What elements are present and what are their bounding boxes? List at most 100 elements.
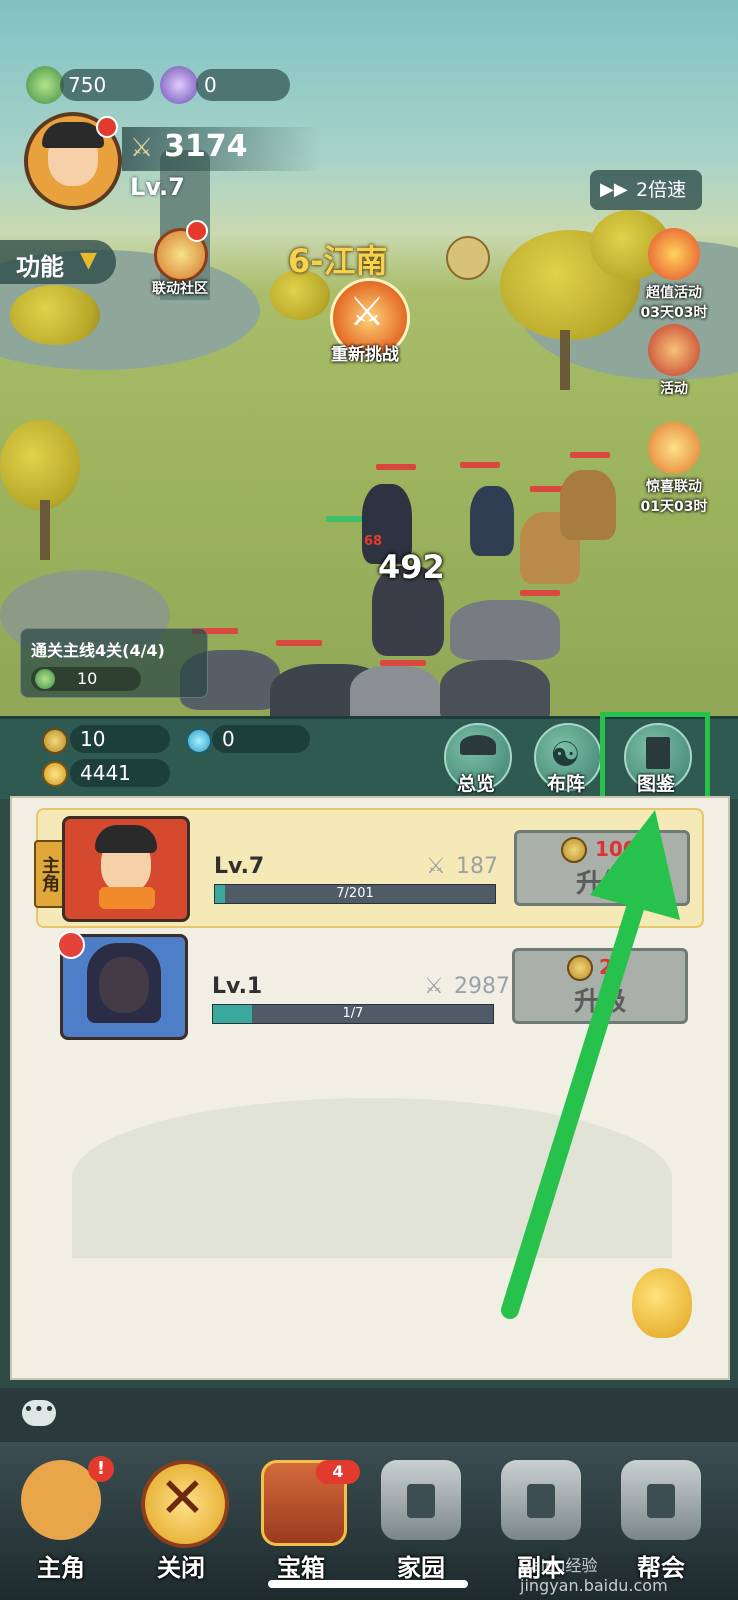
enemy-hp-bar (570, 452, 610, 458)
hero-portrait[interactable] (62, 816, 190, 922)
overview-label[interactable]: 总览 (436, 769, 516, 796)
chat-bar[interactable]: ••• (0, 1388, 738, 1442)
bandit-unit (470, 486, 514, 556)
home-indicator (268, 1580, 468, 1588)
green-arrow (501, 810, 680, 1319)
avatar-hair (42, 122, 104, 148)
scroll-lock-icon (501, 1460, 581, 1540)
orb-count: 0 (196, 69, 290, 101)
quest-title: 通关主线4关(4/4) (31, 641, 165, 660)
community-label: 联动社区 (152, 281, 208, 297)
event-label: 活动 (660, 381, 688, 397)
swords-icon: ⚔ (426, 854, 446, 879)
count-badge: 4 (316, 1460, 360, 1484)
notification-dot (186, 220, 208, 242)
power-value: 3174 (164, 129, 248, 164)
tree-trunk (40, 500, 50, 560)
arrow-shaft (501, 851, 659, 1319)
hat-icon (460, 735, 496, 755)
nav-label: 关闭 (157, 1554, 205, 1582)
chevron-down-icon: ▼ (80, 248, 97, 273)
enemy-hp-bar (520, 590, 560, 596)
battle-scene: 750 0 ⚔ 3174 Lv.7 ▶▶ 2倍速 功能 ▼ 联动社区 6-江南 … (0, 0, 738, 730)
gold-ingot-icon (42, 761, 68, 787)
straw-hat-unit (560, 470, 616, 540)
fast-forward-icon: ▶▶ (600, 179, 628, 200)
jade-icon (26, 66, 64, 104)
enemy-hp-bar (276, 640, 322, 646)
exp-text: 1/7 (342, 1006, 364, 1021)
nav-close[interactable]: ✕ 关闭 (126, 1452, 236, 1592)
event-activity[interactable]: 活动 (634, 324, 714, 398)
alert-badge: ! (88, 1456, 114, 1482)
community-button[interactable]: 联动社区 (140, 220, 220, 298)
tree (0, 420, 80, 510)
gold-count: 4441 (70, 759, 170, 787)
close-icon: ✕ (141, 1460, 229, 1548)
orb-icon (160, 66, 198, 104)
notification-dot (96, 116, 118, 138)
nav-label: 家园 (397, 1554, 445, 1582)
coin-count: 10 (70, 725, 170, 753)
function-label: 功能 (16, 253, 64, 281)
damage-number-small: 68 (364, 534, 383, 549)
damage-number: 492 (378, 548, 445, 586)
lucky-bag-icon (648, 422, 700, 474)
event-surprise-collab[interactable]: 惊喜联动 01天03时 (634, 422, 714, 516)
enemy-hp-bar (460, 462, 500, 468)
power-bar: ⚔ 3174 (122, 127, 322, 171)
jade-count: 750 (60, 69, 154, 101)
hero-hair (95, 825, 157, 853)
formation-label[interactable]: 布阵 (526, 769, 606, 796)
hero-level: Lv.7 (214, 854, 265, 879)
exp-bar: 1/7 (212, 1004, 494, 1024)
quest-panel[interactable]: 通关主线4关(4/4) 10 (20, 628, 208, 698)
copper-coin-icon (42, 728, 68, 754)
nav-label: 宝箱 (277, 1554, 325, 1582)
event-timer: 03天03时 (640, 305, 708, 321)
hero-hair (87, 943, 161, 1023)
speed-label: 2倍速 (636, 179, 687, 201)
enemy-hp-bar (376, 464, 416, 470)
nav-home[interactable]: 家园 (366, 1452, 476, 1592)
rechallenge-label[interactable]: 重新挑战 (310, 340, 420, 365)
event-timer: 01天03时 (640, 499, 708, 515)
event-label: 惊喜联动 (646, 479, 702, 495)
guild-gate-icon (621, 1460, 701, 1540)
highlight-box (600, 712, 710, 804)
hero-level: Lv.1 (212, 974, 263, 999)
player-level: Lv.7 (130, 173, 185, 201)
wolf-unit (450, 600, 560, 660)
jade-icon (35, 669, 55, 689)
scroll-icon[interactable] (446, 236, 490, 280)
lock-shape (647, 1484, 675, 1518)
event-label: 超值活动 (646, 285, 702, 301)
lock-shape (527, 1484, 555, 1518)
gem-icon (186, 728, 212, 754)
chat-icon[interactable]: ••• (22, 1400, 56, 1426)
quest-reward-value: 10 (77, 669, 98, 688)
gem-count: 0 (212, 725, 310, 753)
sword-badge-icon (57, 931, 85, 959)
quest-reward: 10 (31, 667, 141, 691)
function-button[interactable]: 功能 ▼ (0, 240, 116, 284)
exp-text: 7/201 (336, 886, 374, 901)
arrow-head (590, 810, 680, 920)
tree-trunk (560, 330, 570, 390)
speed-button[interactable]: ▶▶ 2倍速 (590, 170, 702, 210)
nav-label: 主角 (37, 1554, 85, 1582)
hero-portrait[interactable] (57, 931, 188, 1040)
swords-glyph: ⚔ (349, 289, 385, 335)
exp-bar: 7/201 (214, 884, 496, 904)
drum-icon (648, 324, 700, 376)
nav-chest[interactable]: 4 宝箱 (246, 1452, 360, 1592)
tree (10, 285, 100, 345)
hero-scarf (99, 887, 155, 909)
nav-hero[interactable]: ! 主角 (6, 1452, 116, 1592)
swords-icon: ⚔ (424, 974, 444, 999)
swords-icon: ⚔ (130, 133, 154, 163)
stage-title: 6-江南 (288, 242, 388, 280)
gift-box-icon (648, 228, 700, 280)
event-value-deals[interactable]: 超值活动 03天03时 (634, 228, 714, 322)
lock-shape (407, 1484, 435, 1518)
